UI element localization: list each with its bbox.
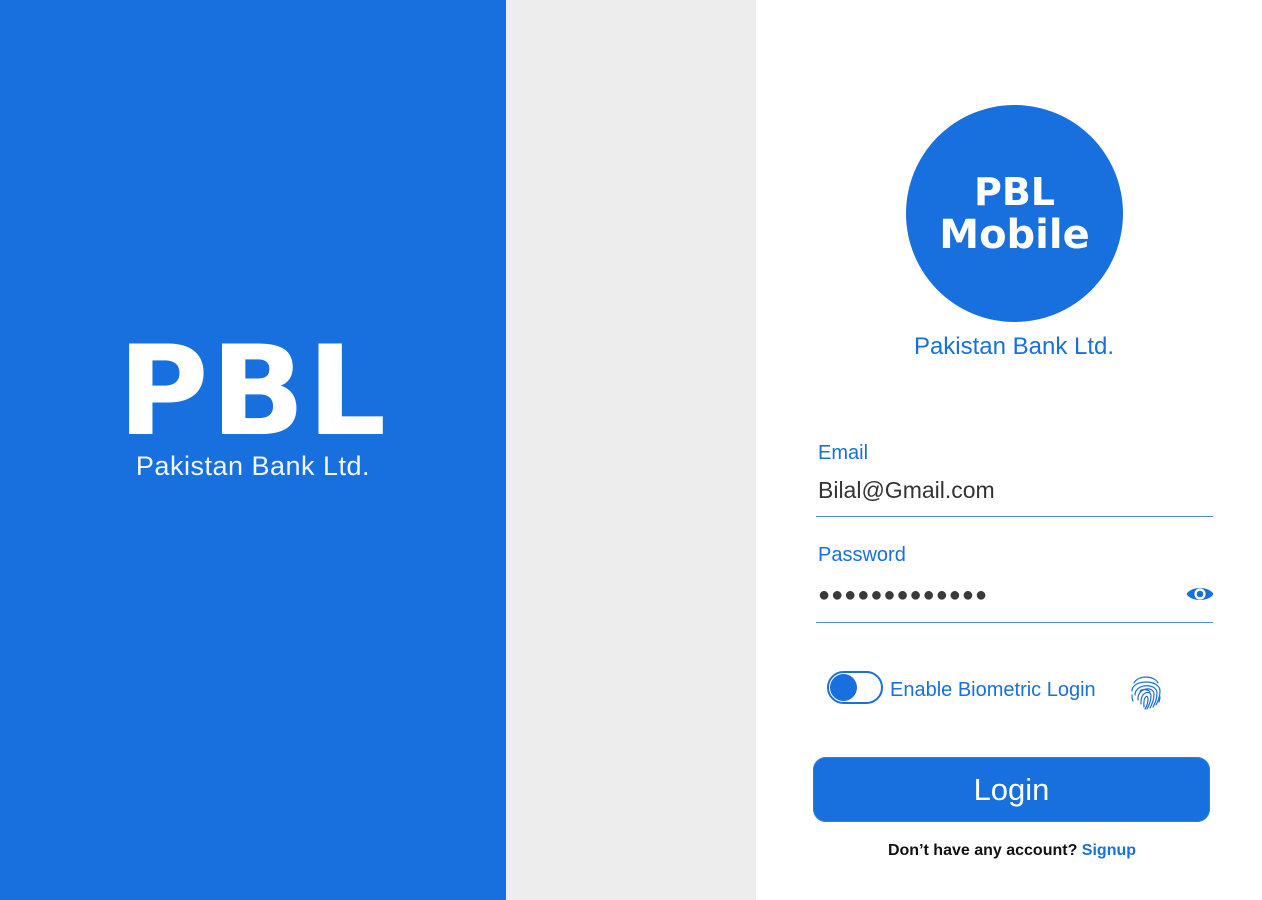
email-field[interactable]: Bilal@Gmail.com xyxy=(818,476,1148,504)
login-button[interactable]: Login xyxy=(813,757,1210,822)
biometric-label: Enable Biometric Login xyxy=(890,679,1096,701)
password-field[interactable]: ●●●●●●●●●●●●● xyxy=(818,581,1148,609)
login-panel: PBL Mobile Pakistan Bank Ltd. Email Bila… xyxy=(756,0,1262,900)
logo-text-mobile: Mobile xyxy=(939,211,1090,258)
logo-text-pbl: PBL xyxy=(973,169,1056,214)
fingerprint-icon[interactable] xyxy=(1126,671,1166,711)
splash-title: PBL xyxy=(117,320,389,464)
splash-panel: PBL Pakistan Bank Ltd. xyxy=(0,0,506,900)
biometric-toggle[interactable] xyxy=(827,671,883,704)
background-gutter xyxy=(506,0,756,900)
email-underline xyxy=(816,516,1213,517)
password-label: Password xyxy=(818,544,906,566)
bank-name: Pakistan Bank Ltd. xyxy=(913,333,1115,360)
signup-row: Don’t have any account? Signup xyxy=(756,841,1262,861)
password-underline xyxy=(816,622,1213,623)
toggle-knob xyxy=(830,674,857,701)
signup-prompt: Don’t have any account? xyxy=(887,842,1078,859)
eye-icon[interactable] xyxy=(1185,583,1215,605)
splash-subtitle: Pakistan Bank Ltd. xyxy=(135,451,371,481)
email-label: Email xyxy=(818,442,869,464)
signup-link[interactable]: Signup xyxy=(1082,842,1136,859)
app-logo: PBL Mobile xyxy=(906,105,1123,322)
